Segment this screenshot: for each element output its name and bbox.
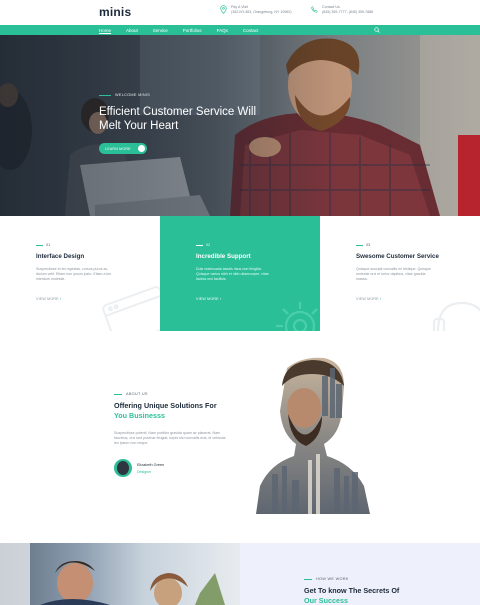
feature-description: Quisque suscipit convallis mi tristique.… <box>356 267 431 282</box>
feature-dash <box>36 244 43 246</box>
how-title-highlight: Our Success <box>304 596 348 605</box>
feature-card-interface-design: 01 Interface Design Suspendisse et leo e… <box>0 216 160 331</box>
learn-more-button[interactable]: LEARN MORE <box>99 143 147 154</box>
contact-location: Pay A Visit (352-NY-363, Orangeburg, NY … <box>220 5 292 15</box>
hero-eyebrow-text: WELCOME MINIS <box>115 93 151 97</box>
feature-number-text: 03 <box>366 243 371 247</box>
contact-location-address: (352-NY-363, Orangeburg, NY 10962) <box>231 10 292 14</box>
feature-title: Swesome Customer Service <box>356 253 439 260</box>
view-more-link[interactable]: VIEW MORE › <box>196 297 221 301</box>
arrow-right-icon: › <box>379 297 382 301</box>
feature-number: 03 <box>356 243 370 247</box>
avatar-photo <box>117 461 129 475</box>
button-knob <box>138 145 145 152</box>
feature-number-text: 01 <box>46 243 51 247</box>
phone-icon <box>311 6 318 13</box>
how-we-work-section: HOW WE WORK Get To know The Secrets Of O… <box>0 543 480 605</box>
about-description: Suspendisse potenti. Nam porttitor gravi… <box>114 431 226 446</box>
arrow-right-icon: › <box>59 297 62 301</box>
arrow-right-icon: › <box>219 297 222 301</box>
view-more-link[interactable]: VIEW MORE › <box>356 297 381 301</box>
double-exposure-portrait <box>256 357 370 514</box>
feature-number-text: 02 <box>206 243 211 247</box>
nav-item-contact[interactable]: Contact <box>243 28 259 33</box>
eyebrow-dash <box>99 94 111 96</box>
view-more-label: VIEW MORE <box>356 297 379 301</box>
how-eyebrow-text: HOW WE WORK <box>316 577 349 581</box>
hero-eyebrow: WELCOME MINIS <box>99 93 150 97</box>
team-photo <box>0 543 240 605</box>
feature-number: 01 <box>36 243 50 247</box>
hero-banner: WELCOME MINIS Efficient Customer Service… <box>0 35 480 216</box>
eyebrow-dash <box>114 393 122 395</box>
view-more-label: VIEW MORE <box>196 297 219 301</box>
about-title: Offering Unique Solutions For <box>114 401 217 410</box>
nav-item-about[interactable]: About <box>126 28 138 33</box>
how-title: Get To know The Secrets Of <box>304 586 400 595</box>
about-title-highlight: You Businesss <box>114 411 165 420</box>
author-name: Elizabeth Green <box>137 462 165 467</box>
feature-card-customer-service: 03 Swesome Customer Service Quisque susc… <box>320 216 480 331</box>
map-pin-icon <box>220 5 227 14</box>
top-bar: minis Pay A Visit (352-NY-363, Orangebur… <box>0 0 480 25</box>
author-role: Designer <box>137 469 152 474</box>
nav-item-home[interactable]: Home <box>99 28 111 33</box>
feature-title: Incredible Support <box>196 253 251 260</box>
feature-number: 02 <box>196 243 210 247</box>
feature-description: Duis malesuada iaculis risus non fringil… <box>196 267 269 282</box>
eyebrow-dash <box>304 578 312 580</box>
how-eyebrow: HOW WE WORK <box>304 577 349 581</box>
nav-item-service[interactable]: Service <box>153 28 168 33</box>
contact-phone-numbers: (845) 359-7777, (845) 359-7888 <box>322 10 374 14</box>
main-navigation: Home About Service Portfolios FAQs Conta… <box>0 25 480 35</box>
search-icon[interactable] <box>374 27 380 33</box>
features-section: 01 Interface Design Suspendisse et leo e… <box>0 216 480 331</box>
about-eyebrow: ABOUT US <box>114 392 148 396</box>
nav-item-portfolios[interactable]: Portfolios <box>183 28 202 33</box>
hero-title: Efficient Customer Service Will Melt You… <box>99 106 256 132</box>
view-more-label: VIEW MORE <box>36 297 59 301</box>
contact-phone: Contact Us (845) 359-7777, (845) 359-788… <box>311 5 373 15</box>
feature-dash <box>196 244 203 246</box>
nav-item-faqs[interactable]: FAQs <box>217 28 228 33</box>
author-block: Elizabeth Green Designer <box>114 459 164 477</box>
about-eyebrow-text: ABOUT US <box>126 392 148 396</box>
avatar <box>114 459 132 477</box>
feature-card-incredible-support: 02 Incredible Support Duis malesuada iac… <box>160 216 320 331</box>
view-more-link[interactable]: VIEW MORE › <box>36 297 61 301</box>
team-photo-image <box>0 543 225 605</box>
learn-more-label: LEARN MORE <box>105 146 131 151</box>
site-logo[interactable]: minis <box>99 5 131 19</box>
feature-dash <box>356 244 363 246</box>
feature-description: Suspendisse et leo egestas, cursus purus… <box>36 267 112 282</box>
feature-title: Interface Design <box>36 253 85 260</box>
about-section: ABOUT US Offering Unique Solutions For Y… <box>0 331 480 543</box>
